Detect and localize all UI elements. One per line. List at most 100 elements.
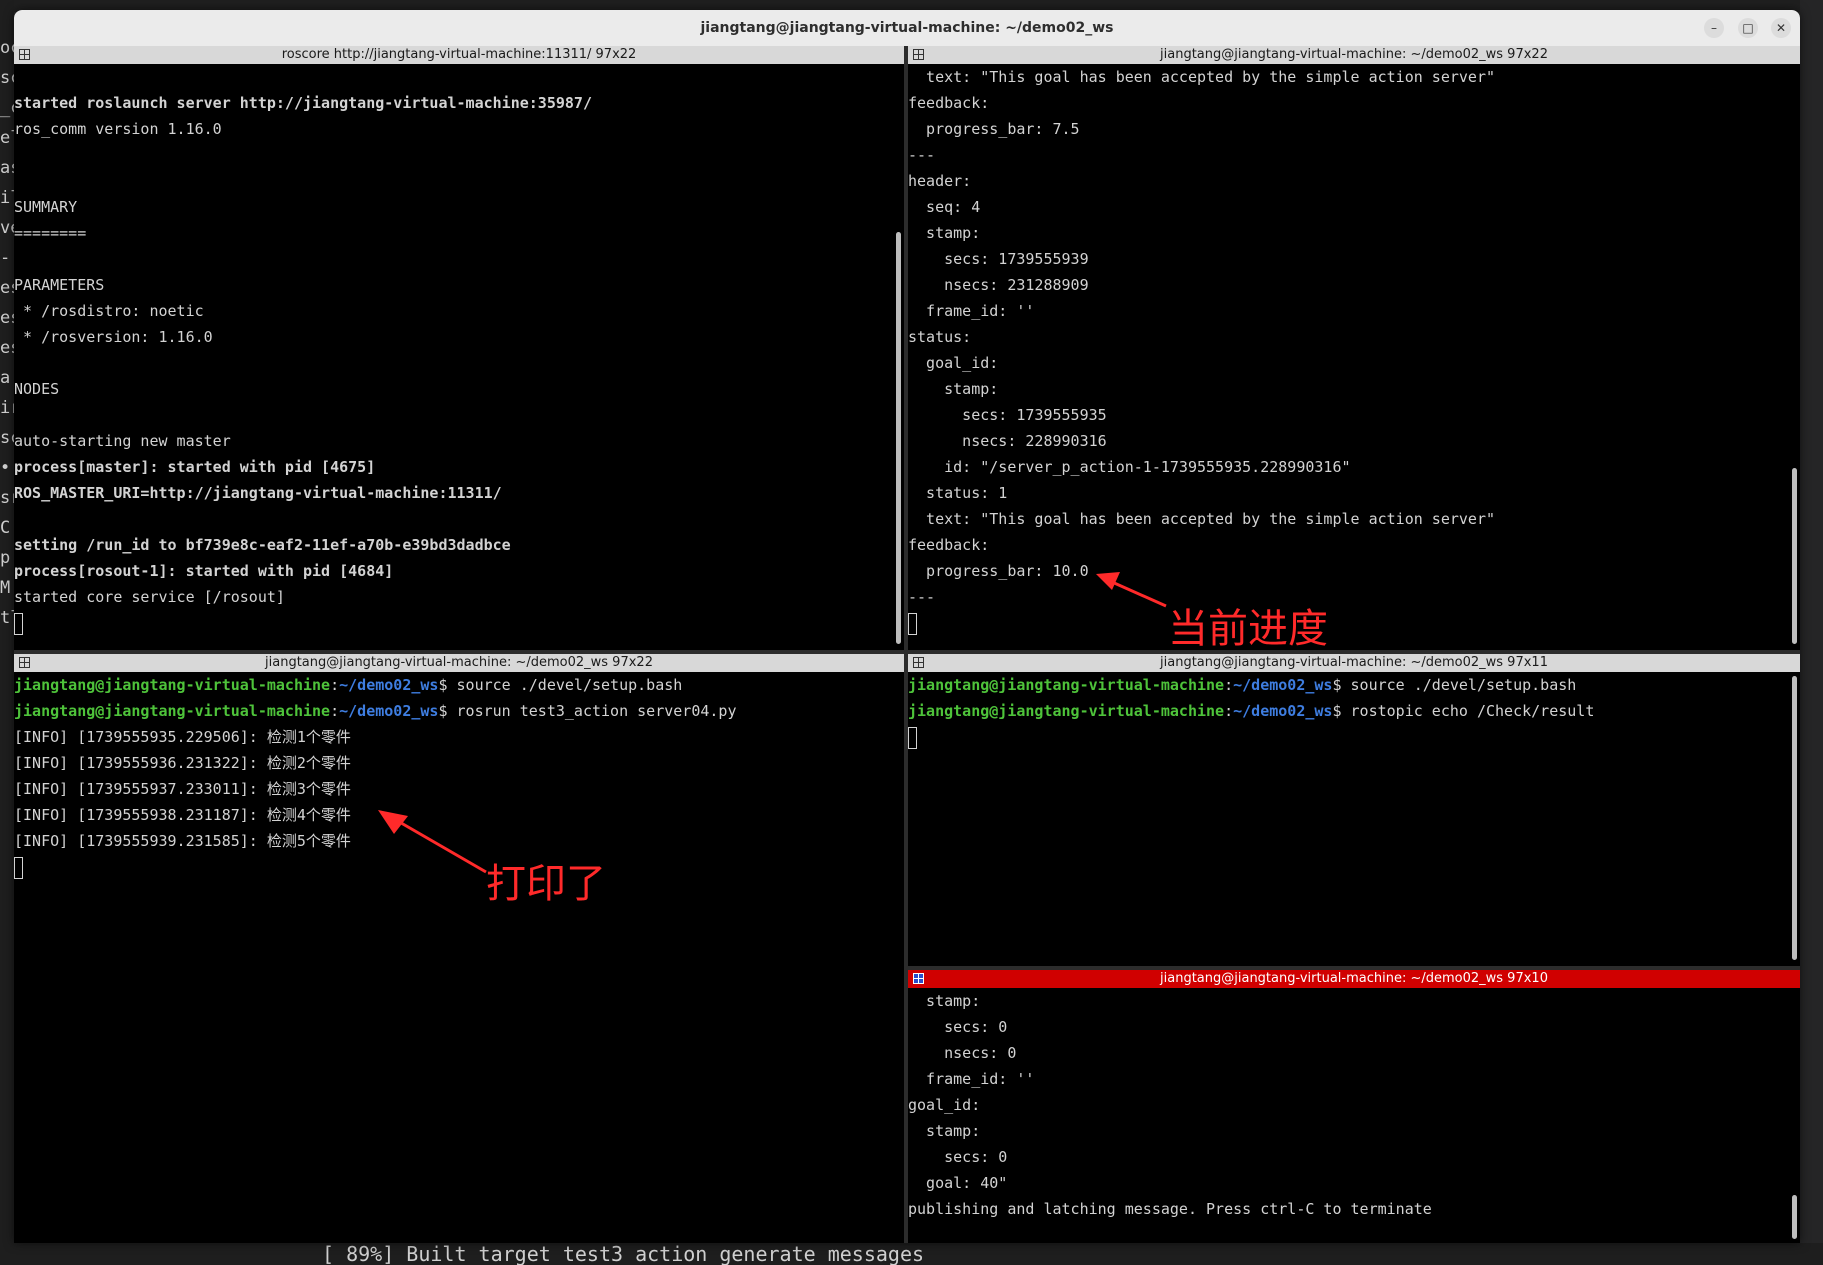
prompt-path: ~/demo02_ws: [1233, 702, 1333, 720]
prompt-user: jiangtang@jiangtang-virtual-machine: [908, 702, 1225, 720]
window-titlebar[interactable]: jiangtang@jiangtang-virtual-machine: ~/d…: [14, 10, 1800, 46]
maximize-icon: □: [1742, 21, 1754, 35]
log-line: [INFO] [1739555937.233011]: 检测3个零件: [14, 780, 351, 798]
terminal-cursor-line: [14, 610, 892, 636]
background-fragment: tl: [0, 608, 14, 628]
command-text: source ./devel/setup.bash: [456, 676, 683, 694]
pane-roscore[interactable]: roscore http://jiangtang-virtual-machine…: [14, 46, 904, 650]
terminal-line: feedback:: [908, 94, 990, 112]
pane-roscore-output[interactable]: started roslaunch server http://jiangtan…: [14, 64, 892, 650]
prompt-dollar: $: [438, 702, 457, 720]
terminal-line: goal_id:: [908, 354, 999, 372]
background-fragment: as: [0, 158, 14, 178]
pane-goal-publisher-scrollbar[interactable]: [1792, 1195, 1797, 1239]
grid-icon[interactable]: [19, 657, 30, 668]
pane-result-output[interactable]: jiangtang@jiangtang-virtual-machine:~/de…: [908, 672, 1788, 966]
pane-feedback-scrollbar[interactable]: [1792, 468, 1797, 644]
terminal-line: status: 1: [908, 484, 1008, 502]
pane-server-title: jiangtang@jiangtang-virtual-machine: ~/d…: [265, 655, 653, 670]
pane-server-header[interactable]: jiangtang@jiangtang-virtual-machine: ~/d…: [14, 654, 904, 672]
minimize-icon: –: [1711, 21, 1717, 35]
maximize-button[interactable]: □: [1738, 18, 1758, 38]
background-build-output: [ 89%] Built target test3_action_generat…: [0, 1243, 1823, 1265]
log-line: [INFO] [1739555936.231322]: 检测2个零件: [14, 754, 351, 772]
terminal-line: id: "/server_p_action-1-1739555935.22899…: [908, 458, 1351, 476]
pane-feedback[interactable]: jiangtang@jiangtang-virtual-machine: ~/d…: [908, 46, 1800, 650]
prompt-user: jiangtang@jiangtang-virtual-machine: [14, 676, 331, 694]
terminal-line: stamp:: [908, 224, 981, 242]
pane-goal-publisher-output[interactable]: stamp: secs: 0 nsecs: 0 frame_id: '' goal…: [908, 988, 1788, 1243]
prompt-separator: :: [1224, 702, 1234, 720]
pane-server[interactable]: jiangtang@jiangtang-virtual-machine: ~/d…: [14, 654, 904, 1243]
background-fragment: C: [0, 518, 11, 538]
background-fragment: es: [0, 278, 14, 298]
prompt-path: ~/demo02_ws: [1233, 676, 1333, 694]
pane-goal-publisher-header[interactable]: jiangtang@jiangtang-virtual-machine: ~/d…: [908, 970, 1800, 988]
terminal-line: seq: 4: [908, 198, 981, 216]
background-fragment: _c: [0, 98, 14, 118]
pane-server-output[interactable]: jiangtang@jiangtang-virtual-machine:~/de…: [14, 672, 892, 1243]
pane-result[interactable]: jiangtang@jiangtang-virtual-machine: ~/d…: [908, 654, 1800, 966]
terminal-line: secs: 0: [908, 1018, 1008, 1036]
terminal-line: stamp:: [908, 992, 981, 1010]
terminal-line: ---: [908, 588, 936, 606]
terminal-line: frame_id: '': [908, 1070, 1035, 1088]
background-fragment: es: [0, 308, 14, 328]
terminal-line: stamp:: [908, 1122, 981, 1140]
terminal-line: status:: [908, 328, 972, 346]
terminal-line: nsecs: 228990316: [908, 432, 1107, 450]
close-icon: ✕: [1775, 21, 1787, 35]
prompt-line: jiangtang@jiangtang-virtual-machine:~/de…: [908, 698, 1788, 724]
terminal-line: ---: [908, 146, 936, 164]
background-fragment: ir: [0, 398, 14, 418]
terminal-line: * /rosversion: 1.16.0: [14, 328, 213, 346]
close-button[interactable]: ✕: [1771, 18, 1791, 38]
terminal-line: started core service [/rosout]: [14, 588, 285, 606]
grid-icon[interactable]: [913, 49, 924, 60]
prompt-dollar: $: [1332, 676, 1351, 694]
pane-feedback-header[interactable]: jiangtang@jiangtang-virtual-machine: ~/d…: [908, 46, 1800, 64]
terminal-cursor-line: [908, 610, 1788, 636]
build-output-text: [ 89%] Built target test3_action_generat…: [322, 1242, 925, 1265]
terminal-cursor-line: [908, 724, 1788, 750]
terminal-window[interactable]: jiangtang@jiangtang-virtual-machine: ~/d…: [14, 10, 1800, 1243]
terminal-line: progress_bar: 10.0: [908, 562, 1089, 580]
terminal-line: process[master]: started with pid [4675]: [14, 458, 376, 476]
background-fragment: •: [0, 458, 11, 478]
terminal-line: nsecs: 231288909: [908, 276, 1089, 294]
prompt-user: jiangtang@jiangtang-virtual-machine: [908, 676, 1225, 694]
printed-arrow-icon: [378, 810, 487, 874]
pane-roscore-header[interactable]: roscore http://jiangtang-virtual-machine…: [14, 46, 904, 64]
pane-result-header[interactable]: jiangtang@jiangtang-virtual-machine: ~/d…: [908, 654, 1800, 672]
terminal-line: PARAMETERS: [14, 276, 105, 294]
terminal-line: ros_comm version 1.16.0: [14, 120, 222, 138]
annotation-printed: 打印了: [486, 861, 606, 907]
pane-result-scrollbar[interactable]: [1792, 676, 1797, 960]
grid-icon[interactable]: [19, 49, 30, 60]
prompt-separator: :: [330, 676, 340, 694]
terminal-line: stamp:: [908, 380, 999, 398]
pane-roscore-scrollbar[interactable]: [896, 232, 901, 644]
cursor-block: [14, 856, 23, 879]
prompt-dollar: $: [1332, 702, 1351, 720]
background-fragment: M: [0, 578, 11, 598]
command-text: rostopic echo /Check/result: [1350, 702, 1595, 720]
progress-arrow-icon: [1096, 572, 1167, 608]
grid-icon[interactable]: [913, 657, 924, 668]
terminal-line: SUMMARY: [14, 198, 78, 216]
prompt-line: jiangtang@jiangtang-virtual-machine:~/de…: [14, 672, 892, 698]
grid-icon[interactable]: [913, 973, 924, 984]
terminal-line: nsecs: 0: [908, 1044, 1017, 1062]
pane-goal-publisher[interactable]: jiangtang@jiangtang-virtual-machine: ~/d…: [908, 970, 1800, 1243]
minimize-button[interactable]: –: [1704, 18, 1724, 38]
terminal-line: NODES: [14, 380, 60, 398]
pane-feedback-output[interactable]: text: "This goal has been accepted by th…: [908, 64, 1788, 650]
background-editor-strip: oc sc _cel as ilo ve - es es es a ir sc • sr CpMtl: [0, 0, 14, 1265]
annotation-progress: 当前进度: [1168, 606, 1328, 652]
